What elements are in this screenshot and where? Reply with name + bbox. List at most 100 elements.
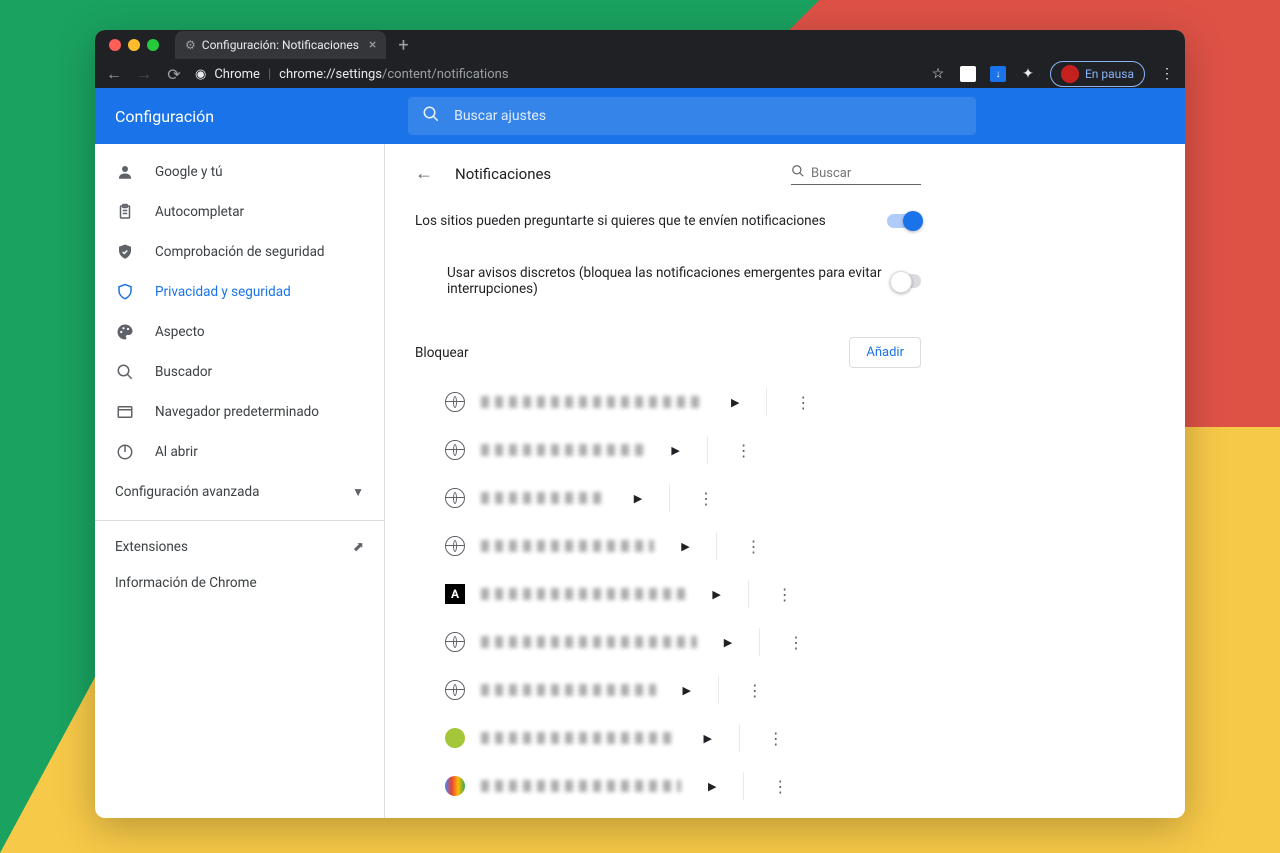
main-content: ← Notificaciones Los sitios pueden pregu… (385, 144, 951, 818)
blocked-site-row[interactable]: ▶⋮ (415, 378, 921, 426)
chevron-right-icon: ▶ (623, 492, 653, 505)
chevron-right-icon: ▶ (670, 540, 700, 553)
chevron-right-icon: ▶ (702, 588, 732, 601)
sidebar-advanced[interactable]: Configuración avanzada▼ (95, 472, 384, 512)
reload-button[interactable]: ⟳ (165, 65, 183, 84)
sidebar-item-0[interactable]: Google y tú (95, 152, 374, 192)
globe-icon (445, 536, 465, 556)
shieldcheck-icon (115, 242, 135, 262)
blocked-site-row[interactable]: ▶⋮ (415, 762, 921, 810)
back-button[interactable]: ← (105, 64, 123, 84)
blocked-site-row[interactable]: ▶⋮ (415, 522, 921, 570)
extension-icon-2[interactable]: ↓ (990, 66, 1006, 82)
toggle-sub[interactable] (892, 274, 921, 288)
chevron-right-icon: ▶ (713, 636, 743, 649)
globe-icon (445, 632, 465, 652)
chevron-down-icon: ▼ (352, 485, 364, 499)
panel-back-button[interactable]: ← (415, 163, 433, 184)
site-url-redacted (481, 396, 704, 408)
sidebar-item-6[interactable]: Navegador predeterminado (95, 392, 374, 432)
power-icon (115, 442, 135, 462)
settings-search-input[interactable] (454, 108, 962, 124)
browser-window: ⚙ Configuración: Notificaciones × + ← → … (95, 30, 1185, 818)
chevron-right-icon: ▶ (661, 444, 691, 457)
tab-title: Configuración: Notificaciones (202, 38, 359, 52)
close-tab-icon[interactable]: × (369, 37, 376, 53)
sidebar-item-label: Navegador predeterminado (155, 404, 319, 420)
extension-icon-1[interactable] (960, 66, 976, 82)
titlebar: ⚙ Configuración: Notificaciones × + ← → … (95, 30, 1185, 88)
new-tab-button[interactable]: + (398, 35, 408, 56)
blocked-site-row[interactable]: ▶⋮ (415, 618, 921, 666)
sidebar-item-label: Al abrir (155, 444, 198, 460)
more-options-icon[interactable]: ⋮ (733, 537, 773, 556)
toggle-main[interactable] (887, 214, 921, 228)
more-options-icon[interactable]: ⋮ (783, 393, 823, 412)
blocked-site-row[interactable]: BTB▶⋮ (415, 810, 921, 818)
forward-button: → (135, 64, 153, 84)
more-options-icon[interactable]: ⋮ (756, 729, 796, 748)
settings-header: Configuración (95, 88, 1185, 144)
more-options-icon[interactable]: ⋮ (776, 633, 816, 652)
blocked-site-row[interactable]: ▶⋮ (415, 714, 921, 762)
sidebar-item-label: Buscador (155, 364, 212, 380)
browser-tab[interactable]: ⚙ Configuración: Notificaciones × (175, 31, 386, 59)
sidebar-link-1[interactable]: Información de Chrome (95, 565, 384, 601)
sidebar-link-0[interactable]: Extensiones⬈ (95, 529, 384, 565)
shield-icon (115, 282, 135, 302)
extensions-puzzle-icon[interactable]: ✦ (1020, 66, 1036, 82)
more-options-icon[interactable]: ⋮ (760, 777, 800, 796)
panel-search[interactable] (791, 162, 921, 185)
more-options-icon[interactable]: ⋮ (686, 489, 726, 508)
sidebar-item-5[interactable]: Buscador (95, 352, 374, 392)
site-url-redacted (481, 732, 677, 744)
gear-icon: ⚙ (185, 38, 196, 52)
site-favicon (445, 776, 465, 796)
browser-icon (115, 402, 135, 422)
bookmark-icon[interactable]: ☆ (930, 66, 946, 82)
site-url-redacted (481, 444, 645, 456)
panel-title: Notificaciones (455, 165, 551, 183)
menu-icon[interactable]: ⋮ (1159, 66, 1175, 82)
sidebar-item-1[interactable]: Autocompletar (95, 192, 374, 232)
sidebar-item-label: Google y tú (155, 164, 223, 180)
panel-search-input[interactable] (811, 166, 921, 181)
chevron-right-icon: ▶ (697, 780, 727, 793)
site-favicon (445, 728, 465, 748)
more-options-icon[interactable]: ⋮ (735, 681, 775, 700)
site-url-redacted (481, 684, 656, 696)
profile-chip[interactable]: En pausa (1050, 61, 1145, 87)
globe-icon (445, 680, 465, 700)
globe-icon (445, 392, 465, 412)
clipboard-icon (115, 202, 135, 222)
search-icon (422, 105, 440, 127)
block-section-header: Bloquear (415, 345, 469, 361)
sidebar-item-2[interactable]: Comprobación de seguridad (95, 232, 374, 272)
globe-icon (445, 488, 465, 508)
settings-title: Configuración (115, 107, 214, 126)
more-options-icon[interactable]: ⋮ (724, 441, 764, 460)
window-controls[interactable] (109, 39, 159, 51)
blocked-site-row[interactable]: ▶⋮ (415, 474, 921, 522)
toggle-sub-label: Usar avisos discretos (bloquea las notif… (447, 265, 892, 297)
sidebar-item-3[interactable]: Privacidad y seguridad (95, 272, 374, 312)
site-url-redacted (481, 636, 697, 648)
site-favicon: A (445, 584, 465, 604)
address-bar[interactable]: ◉ Chrome | chrome://settings/content/not… (195, 67, 509, 82)
sidebar-item-label: Autocompletar (155, 204, 244, 220)
avatar (1061, 65, 1079, 83)
chevron-right-icon: ▶ (693, 732, 723, 745)
add-button[interactable]: Añadir (849, 337, 921, 368)
sidebar-item-7[interactable]: Al abrir (95, 432, 374, 472)
blocked-site-row[interactable]: ▶⋮ (415, 426, 921, 474)
settings-search[interactable] (408, 97, 976, 135)
blocked-site-row[interactable]: ▶⋮ (415, 666, 921, 714)
search-icon (791, 164, 805, 182)
more-options-icon[interactable]: ⋮ (765, 585, 805, 604)
chevron-right-icon: ▶ (672, 684, 702, 697)
globe-icon (445, 440, 465, 460)
site-url-redacted (481, 540, 654, 552)
chevron-right-icon: ▶ (720, 396, 750, 409)
blocked-site-row[interactable]: A ▶ ⋮ (415, 570, 921, 618)
sidebar-item-4[interactable]: Aspecto (95, 312, 374, 352)
